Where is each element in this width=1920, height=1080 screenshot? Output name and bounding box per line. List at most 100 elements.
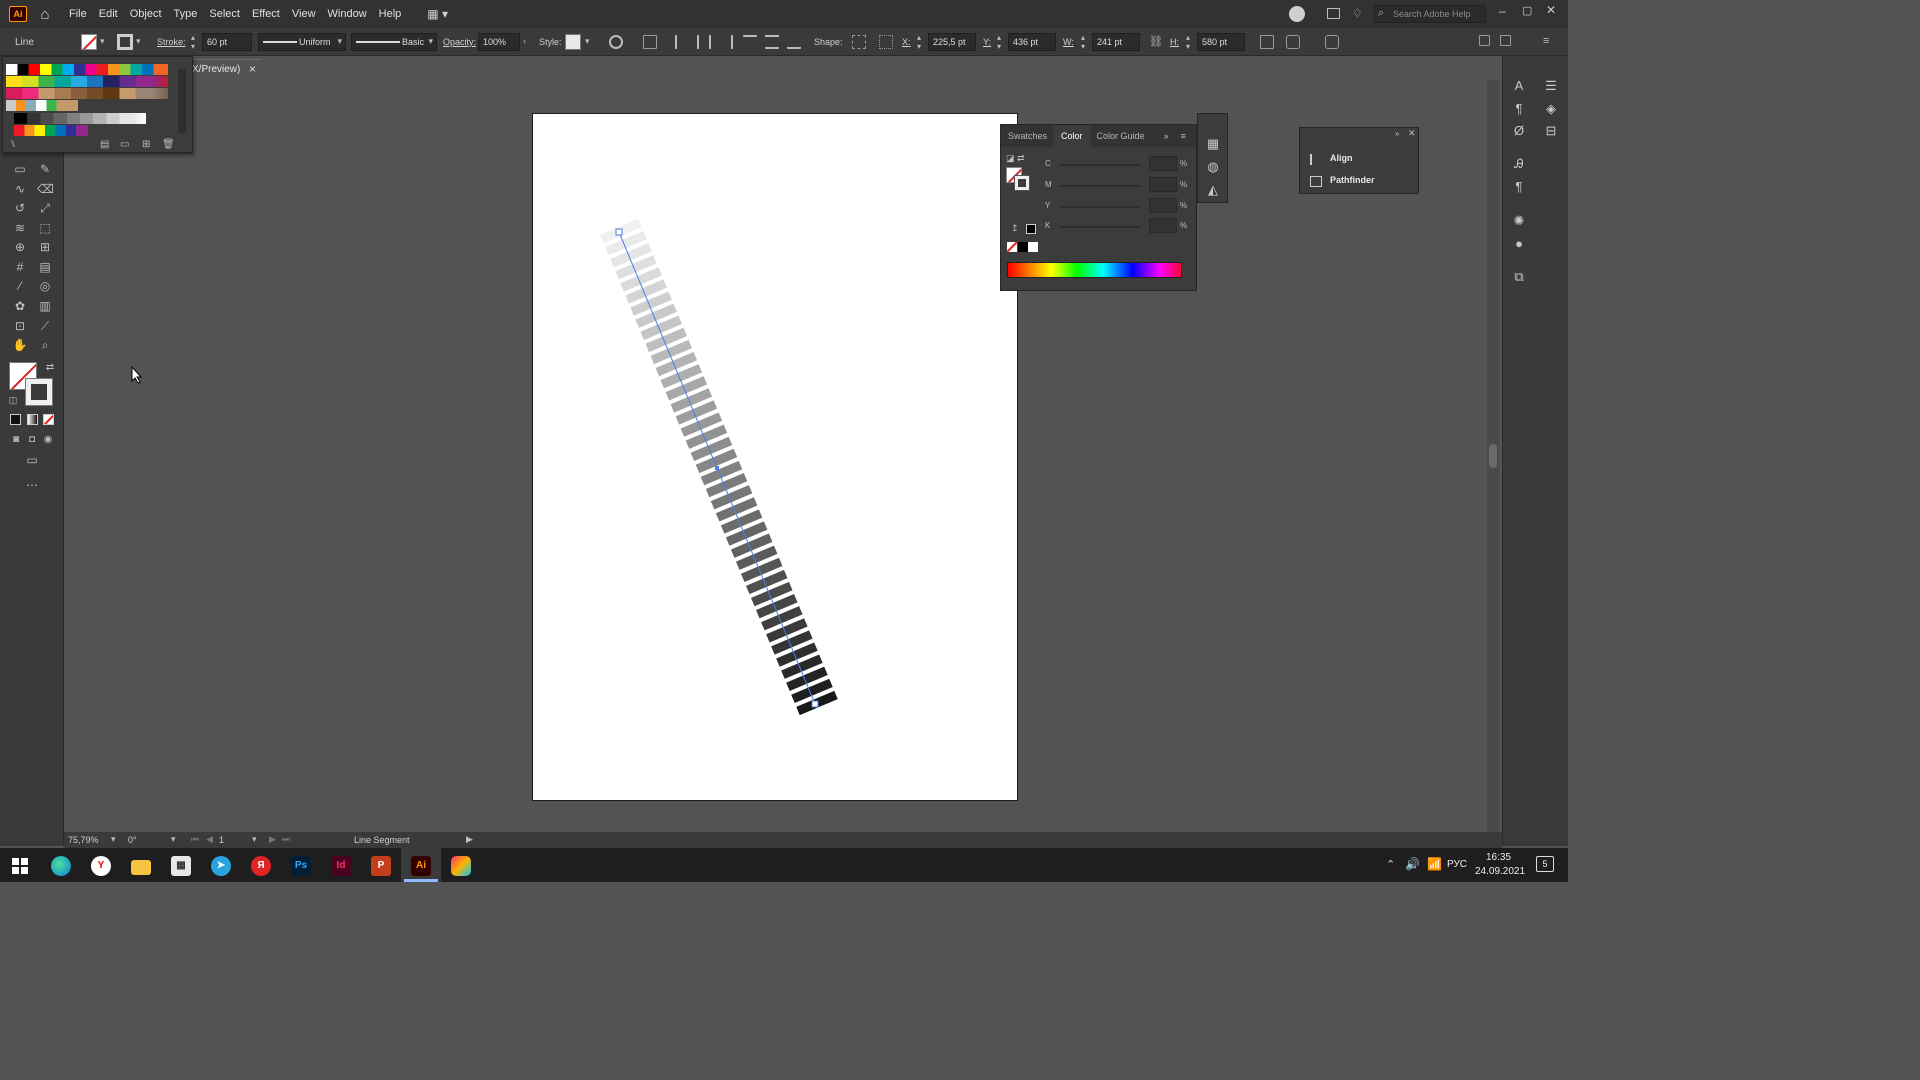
swatches-scrollbar[interactable] bbox=[178, 69, 186, 133]
draw-inside-icon[interactable]: ◉ bbox=[40, 433, 56, 447]
warp-icon[interactable] bbox=[1286, 35, 1300, 49]
next-artboard-icon[interactable]: ▶ bbox=[269, 834, 276, 845]
file-explorer-icon[interactable] bbox=[131, 860, 151, 875]
w-input[interactable]: 241 pt bbox=[1092, 33, 1140, 51]
paragraph-icon[interactable]: ¶ bbox=[1511, 101, 1527, 117]
close-panel-icon[interactable]: ✕ bbox=[1408, 128, 1416, 139]
telegram-icon[interactable]: ➤ bbox=[211, 856, 231, 876]
out-of-gamut-icon[interactable]: ↥ bbox=[1011, 223, 1019, 234]
network-icon[interactable]: 📶 bbox=[1427, 857, 1442, 871]
color-spectrum[interactable] bbox=[1007, 262, 1182, 278]
menu-window[interactable]: Window bbox=[322, 0, 373, 28]
menu-view[interactable]: View bbox=[286, 0, 322, 28]
recolor-icon[interactable] bbox=[609, 35, 623, 49]
transform-options-icon[interactable] bbox=[643, 35, 657, 49]
menu-object[interactable]: Object bbox=[124, 0, 168, 28]
shaper-tool-icon[interactable]: ∿ bbox=[12, 182, 28, 196]
x-stepper-icon[interactable]: ▴ ▾ bbox=[917, 33, 921, 51]
eraser-tool-icon[interactable]: ⌫ bbox=[37, 182, 54, 196]
style-dropdown-icon[interactable]: ▾ bbox=[585, 36, 590, 47]
yellow-slider[interactable] bbox=[1059, 206, 1141, 208]
black-input[interactable] bbox=[1149, 218, 1177, 233]
menu-file[interactable]: File bbox=[63, 0, 93, 28]
libraries-icon[interactable]: ⊟ bbox=[1543, 123, 1559, 139]
gradient-panel-icon[interactable]: ◭ bbox=[1205, 182, 1221, 198]
magenta-slider[interactable] bbox=[1059, 185, 1141, 187]
zoom-dropdown-icon[interactable]: ▾ bbox=[111, 834, 116, 845]
volume-icon[interactable]: 🔊 bbox=[1405, 857, 1420, 871]
microsoft-store-icon[interactable]: ▦ bbox=[171, 856, 191, 876]
constrain-proportions-icon[interactable]: ⛓ bbox=[1149, 35, 1163, 48]
windows-start-icon[interactable] bbox=[12, 858, 28, 874]
y-stepper-icon[interactable]: ▴ ▾ bbox=[997, 33, 1001, 51]
stroke-dropdown-icon[interactable]: ▾ bbox=[136, 36, 141, 47]
opacity-input[interactable]: 100% bbox=[478, 33, 520, 51]
gradient-mode-icon[interactable] bbox=[27, 414, 38, 425]
last-color-swatch[interactable] bbox=[1026, 224, 1036, 234]
mesh-tool-icon[interactable]: # bbox=[12, 260, 28, 274]
home-icon[interactable]: ⌂ bbox=[31, 6, 59, 23]
artboard-number-input[interactable]: 1 bbox=[219, 835, 224, 845]
new-swatch-icon[interactable]: ⊞ bbox=[142, 139, 150, 150]
color-themes-icon[interactable]: ◍ bbox=[1205, 159, 1221, 175]
creative-cloud-icon[interactable] bbox=[451, 856, 471, 876]
w-stepper-icon[interactable]: ▴ ▾ bbox=[1081, 33, 1085, 51]
pathfinder-panel-tab[interactable]: Pathfinder bbox=[1330, 175, 1375, 185]
draw-normal-icon[interactable]: ◙ bbox=[8, 433, 24, 447]
width-tool-icon[interactable]: ≋ bbox=[12, 221, 28, 235]
yellow-input[interactable] bbox=[1149, 198, 1177, 213]
default-fill-stroke-icon[interactable]: ◫ bbox=[5, 393, 21, 407]
menu-type[interactable]: Type bbox=[168, 0, 204, 28]
anchor-point[interactable] bbox=[811, 700, 819, 708]
small-proxy-icon[interactable]: ◪ ⇄ bbox=[1006, 153, 1025, 164]
graph-tool-icon[interactable]: ▥ bbox=[37, 299, 53, 313]
fill-swatch[interactable] bbox=[81, 34, 97, 50]
stroke-weight-input[interactable]: 60 pt bbox=[202, 33, 252, 51]
free-transform-tool-icon[interactable]: ⬚ bbox=[37, 221, 53, 235]
align-bottom-icon[interactable] bbox=[787, 35, 801, 49]
illustrator-taskbar-icon[interactable]: Ai bbox=[411, 856, 431, 876]
artboards-icon[interactable]: ⧉ bbox=[1511, 269, 1527, 285]
y-input[interactable]: 436 pt bbox=[1008, 33, 1056, 51]
edge-icon[interactable] bbox=[51, 856, 71, 876]
symbol-sprayer-tool-icon[interactable]: ✿ bbox=[12, 299, 28, 313]
zoom-input[interactable]: 75,79% bbox=[68, 835, 99, 845]
eyedropper-tool-icon[interactable]: ⁄ bbox=[12, 279, 28, 293]
panel-menu-icon[interactable]: ≡ bbox=[1181, 131, 1186, 141]
tool-status-label[interactable]: Line Segment bbox=[354, 835, 410, 845]
draw-behind-icon[interactable]: ◘ bbox=[24, 433, 40, 447]
character-styles-icon[interactable]: Ꭿ bbox=[1511, 156, 1527, 172]
tab-color-guide[interactable]: Color Guide bbox=[1090, 125, 1152, 147]
maximize-button[interactable]: ▢ bbox=[1522, 4, 1532, 17]
gradient-tool-icon[interactable]: ▤ bbox=[37, 260, 53, 274]
stroke-profile-select[interactable]: Uniform ▾ bbox=[258, 33, 346, 51]
document-tab[interactable]: X/Preview) × bbox=[190, 59, 262, 79]
paragraph-styles-icon[interactable]: ¶ bbox=[1511, 179, 1527, 195]
panel-options-icon[interactable] bbox=[1500, 35, 1511, 46]
rotation-dropdown-icon[interactable]: ▾ bbox=[171, 834, 176, 845]
arrange-icon[interactable] bbox=[1327, 8, 1340, 19]
menu-edit[interactable]: Edit bbox=[93, 0, 124, 28]
language-indicator[interactable]: РУС bbox=[1447, 859, 1467, 870]
zoom-tool-icon[interactable]: ⌕ bbox=[37, 338, 53, 352]
align-left-icon[interactable] bbox=[675, 35, 689, 49]
first-artboard-icon[interactable]: ⏮ bbox=[191, 834, 199, 845]
rotate-tool-icon[interactable]: ↺ bbox=[12, 201, 28, 215]
x-input[interactable]: 225,5 pt bbox=[928, 33, 976, 51]
none-mode-icon[interactable] bbox=[43, 414, 54, 425]
indesign-icon[interactable]: Id bbox=[331, 856, 351, 876]
layers-icon[interactable]: ◈ bbox=[1543, 101, 1559, 117]
properties-icon[interactable]: ☰ bbox=[1543, 78, 1559, 94]
transform-icon[interactable] bbox=[1260, 35, 1274, 49]
tab-color[interactable]: Color bbox=[1054, 125, 1090, 147]
style-swatch[interactable] bbox=[565, 34, 581, 50]
tab-swatches[interactable]: Swatches bbox=[1001, 125, 1054, 147]
vertical-scrollbar[interactable] bbox=[1487, 80, 1499, 832]
isolate-icon[interactable] bbox=[1325, 35, 1339, 49]
cyan-slider[interactable] bbox=[1059, 164, 1141, 166]
align-panel-tab[interactable]: Align bbox=[1330, 153, 1353, 163]
rotation-input[interactable]: 0° bbox=[128, 835, 137, 845]
black-slider[interactable] bbox=[1059, 226, 1141, 228]
last-artboard-icon[interactable]: ⏭ bbox=[282, 834, 290, 845]
status-menu-icon[interactable]: ▶ bbox=[466, 834, 473, 845]
